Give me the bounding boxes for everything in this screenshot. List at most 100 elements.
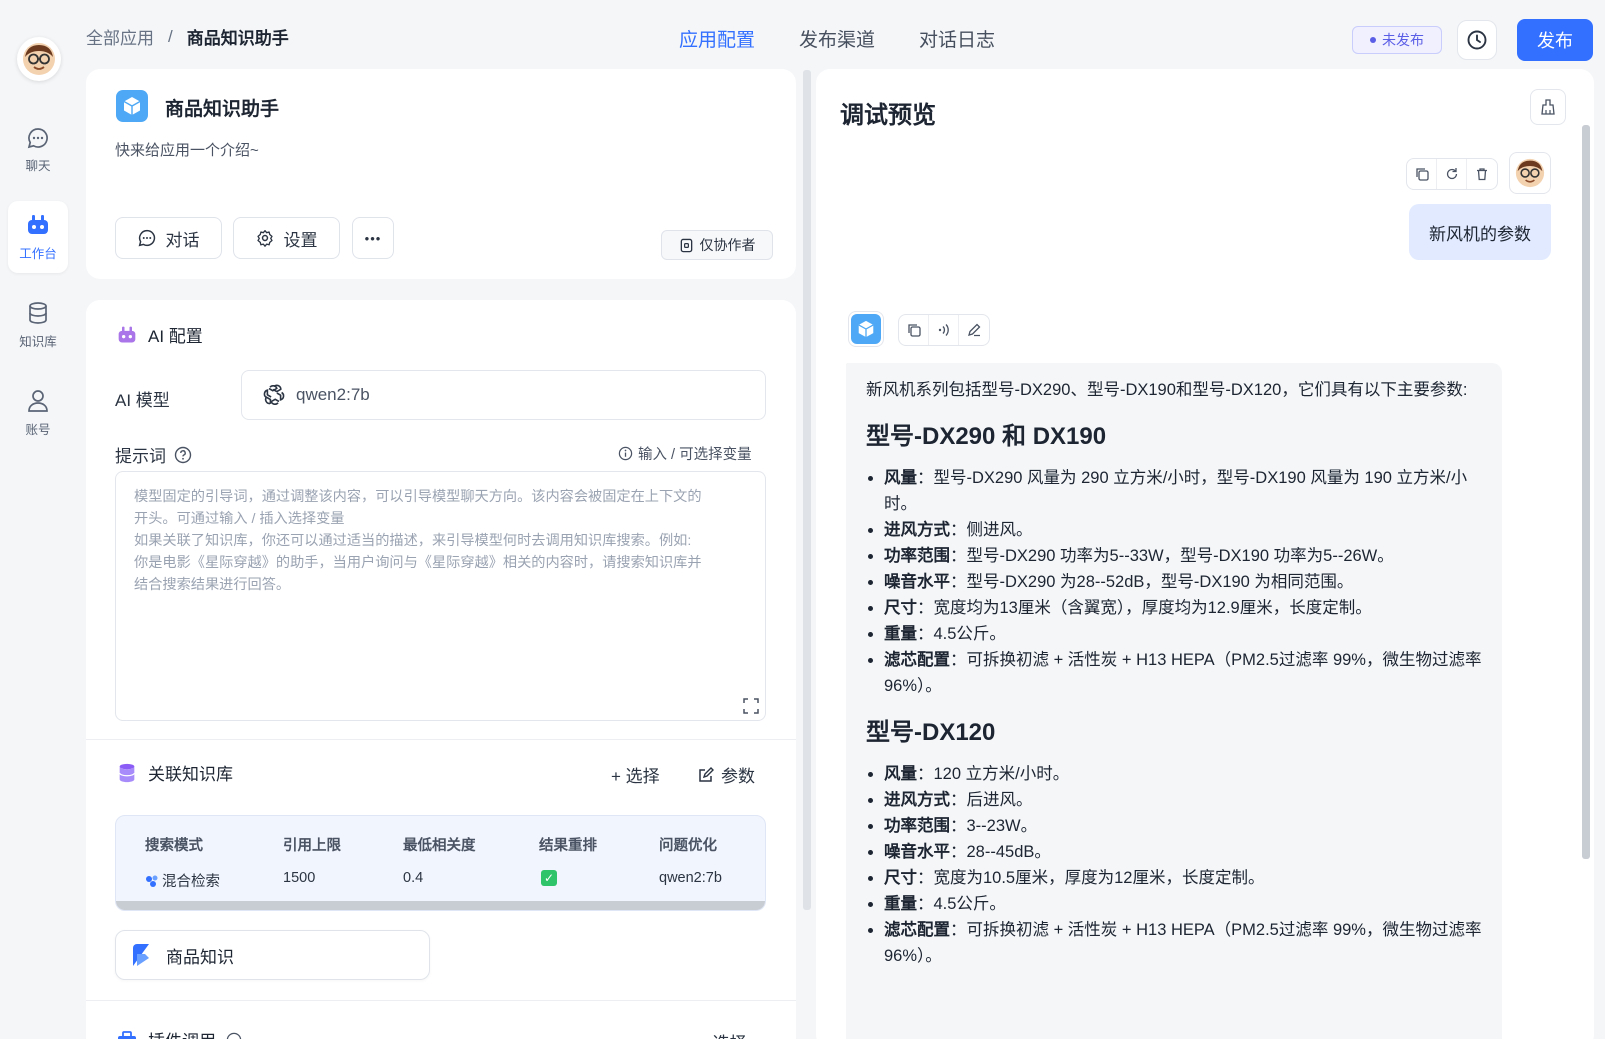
breadcrumb-root[interactable]: 全部应用 <box>86 24 154 49</box>
preview-scrollbar[interactable] <box>1582 125 1590 859</box>
permission-label: 仅协作者 <box>699 237 756 253</box>
dataset-item[interactable]: 商品知识 <box>115 930 430 980</box>
col-rerank: 结果重排 <box>539 838 597 854</box>
nav-item-knowledge[interactable]: 知识库 <box>8 289 68 361</box>
app-intro[interactable]: 快来给应用一个介绍~ <box>115 139 259 160</box>
knowledge-select-button[interactable]: + 选择 <box>611 762 660 787</box>
retry-icon[interactable] <box>1437 159 1467 189</box>
nav-label-chat: 聊天 <box>25 158 51 173</box>
cell-optimize: qwen2:7b <box>659 870 722 886</box>
nav-item-chat[interactable]: 聊天 <box>8 114 68 186</box>
more-button[interactable]: ••• <box>352 217 394 259</box>
speak-icon[interactable] <box>929 315 959 345</box>
preview-panel: 调试预览 新风机的参数 新风机系列包括型号-DX290、型号-DX190和型号-… <box>816 69 1594 1039</box>
list-item: 尺寸：宽度为10.5厘米，厚度为12厘米，长度定制。 <box>884 865 1482 891</box>
nav-item-workspace[interactable]: 工作台 <box>8 201 68 273</box>
ai-model-value: qwen2:7b <box>296 385 370 404</box>
ai-robot-icon <box>118 326 136 342</box>
nav-item-account[interactable]: 账号 <box>8 377 68 449</box>
rerank-check-icon: ✓ <box>541 870 557 886</box>
ai-intro: 新风机系列包括型号-DX290、型号-DX190和型号-DX120，它们具有以下… <box>866 381 1468 399</box>
list-item: 风量：120 立方米/小时。 <box>884 761 1482 787</box>
knowledge-params-button[interactable]: 参数 <box>698 762 755 787</box>
breadcrumb-current: 商品知识助手 <box>186 29 289 48</box>
user-message: 新风机的参数 <box>1409 204 1551 260</box>
user-icon <box>28 389 48 412</box>
help-icon[interactable] <box>174 446 192 464</box>
prompt-label-group: 提示词 <box>115 442 192 467</box>
delete-icon[interactable] <box>1467 159 1497 189</box>
table-scrollbar[interactable] <box>116 901 765 910</box>
history-button[interactable] <box>1457 20 1497 60</box>
nav-label-account: 账号 <box>25 422 51 437</box>
edit-icon <box>699 766 714 782</box>
knowledge-db-icon <box>119 763 135 782</box>
user-avatar[interactable] <box>17 37 61 81</box>
cell-search-mode: 混合检索 <box>145 870 220 891</box>
list-item: 重量：4.5公斤。 <box>884 891 1482 917</box>
expand-icon[interactable] <box>743 698 759 717</box>
chat-button[interactable]: 对话 <box>115 217 222 259</box>
tab-chat-log[interactable]: 对话日志 <box>919 25 995 52</box>
list-item: 进风方式：侧进风。 <box>884 517 1482 543</box>
help-icon[interactable] <box>226 1032 242 1039</box>
list-item: 功率范围：型号-DX290 功率为5--33W，型号-DX190 功率为5--2… <box>884 543 1482 569</box>
prompt-hint: 输入 / 可选择变量 <box>618 443 752 464</box>
more-icon: ••• <box>364 230 382 246</box>
col-min-score: 最低相关度 <box>403 838 476 854</box>
robot-icon <box>28 214 48 234</box>
dataset-name: 商品知识 <box>166 947 234 967</box>
tab-app-config[interactable]: 应用配置 <box>679 25 755 52</box>
cell-limit: 1500 <box>283 870 316 886</box>
config-scrollbar[interactable] <box>803 70 811 910</box>
copy-icon[interactable] <box>1407 159 1437 189</box>
status-badge: 未发布 <box>1352 26 1442 54</box>
list-item: 滤芯配置：可拆换初滤 + 活性炭 + H13 HEPA（PM2.5过滤率 99%… <box>884 917 1482 969</box>
knowledge-title: 关联知识库 <box>148 765 233 784</box>
clear-chat-button[interactable] <box>1530 89 1566 125</box>
side-nav: 聊天 工作台 知识库 账号 <box>0 0 76 1039</box>
user-msg-toolbar <box>1406 158 1498 190</box>
preview-title: 调试预览 <box>840 102 936 129</box>
user-msg-avatar <box>1509 152 1551 194</box>
avatar-face-icon <box>1515 158 1545 188</box>
copy-icon[interactable] <box>899 315 929 345</box>
chat-button-label: 对话 <box>165 230 200 250</box>
ai-config-header: AI 配置 <box>116 322 203 347</box>
list-item: 进风方式：后进风。 <box>884 787 1482 813</box>
settings-button[interactable]: 设置 <box>233 217 340 259</box>
dataset-logo-icon <box>133 944 149 966</box>
user-message-bubble: 新风机的参数 <box>1409 204 1551 260</box>
status-dot-icon <box>1370 37 1376 43</box>
ai-message-bubble: 新风机系列包括型号-DX290、型号-DX190和型号-DX120，它们具有以下… <box>846 363 1502 1039</box>
cell-search-mode-label: 混合检索 <box>162 874 220 890</box>
col-search-mode: 搜索模式 <box>145 838 203 854</box>
openai-icon <box>263 384 285 405</box>
ai-section-list: 风量：120 立方米/小时。 进风方式：后进风。 功率范围：3--23W。 噪音… <box>866 761 1482 969</box>
status-badge-label: 未发布 <box>1382 32 1424 48</box>
permission-tag[interactable]: 仅协作者 <box>661 230 773 260</box>
nav-label-knowledge: 知识库 <box>19 334 57 349</box>
edit-icon[interactable] <box>959 315 989 345</box>
breadcrumb: 全部应用 / 商品知识助手 <box>86 24 289 49</box>
list-item: 风量：型号-DX290 风量为 290 立方米/小时，型号-DX190 风量为 … <box>884 465 1482 517</box>
app-logo-icon <box>851 314 881 344</box>
app-name: 商品知识助手 <box>165 99 280 120</box>
config-card: AI 配置 AI 模型 qwen2:7b 提示词 输入 / 可选择变量 模型固定… <box>86 300 796 1039</box>
list-item: 功率范围：3--23W。 <box>884 813 1482 839</box>
col-limit: 引用上限 <box>283 838 341 854</box>
list-item: 噪音水平：28--45dB。 <box>884 839 1482 865</box>
cell-min-score: 0.4 <box>403 870 424 886</box>
ai-section-list: 风量：型号-DX290 风量为 290 立方米/小时，型号-DX190 风量为 … <box>866 465 1482 699</box>
list-item: 尺寸：宽度均为13厘米（含翼宽），厚度均为12.9厘米，长度定制。 <box>884 595 1482 621</box>
plugin-select-button[interactable]: + 选择 <box>698 1029 747 1039</box>
publish-button[interactable]: 发布 <box>1517 19 1593 61</box>
app-info-card: 商品知识助手 快来给应用一个介绍~ 对话 设置 ••• 仅协作者 <box>86 69 796 279</box>
ai-model-select[interactable]: qwen2:7b <box>241 370 766 420</box>
prompt-textarea[interactable]: 模型固定的引导词，通过调整该内容，可以引导模型聊天方向。该内容会被固定在上下文的… <box>115 471 766 721</box>
tab-publish-channel[interactable]: 发布渠道 <box>799 25 875 52</box>
ai-section-heading: 型号-DX120 <box>866 719 996 746</box>
prompt-hint-label: 输入 / 可选择变量 <box>638 447 752 463</box>
search-params-table[interactable]: 搜索模式 引用上限 最低相关度 结果重排 问题优化 混合检索 1500 0.4 … <box>115 815 766 911</box>
chat-bubble-icon <box>138 229 155 247</box>
